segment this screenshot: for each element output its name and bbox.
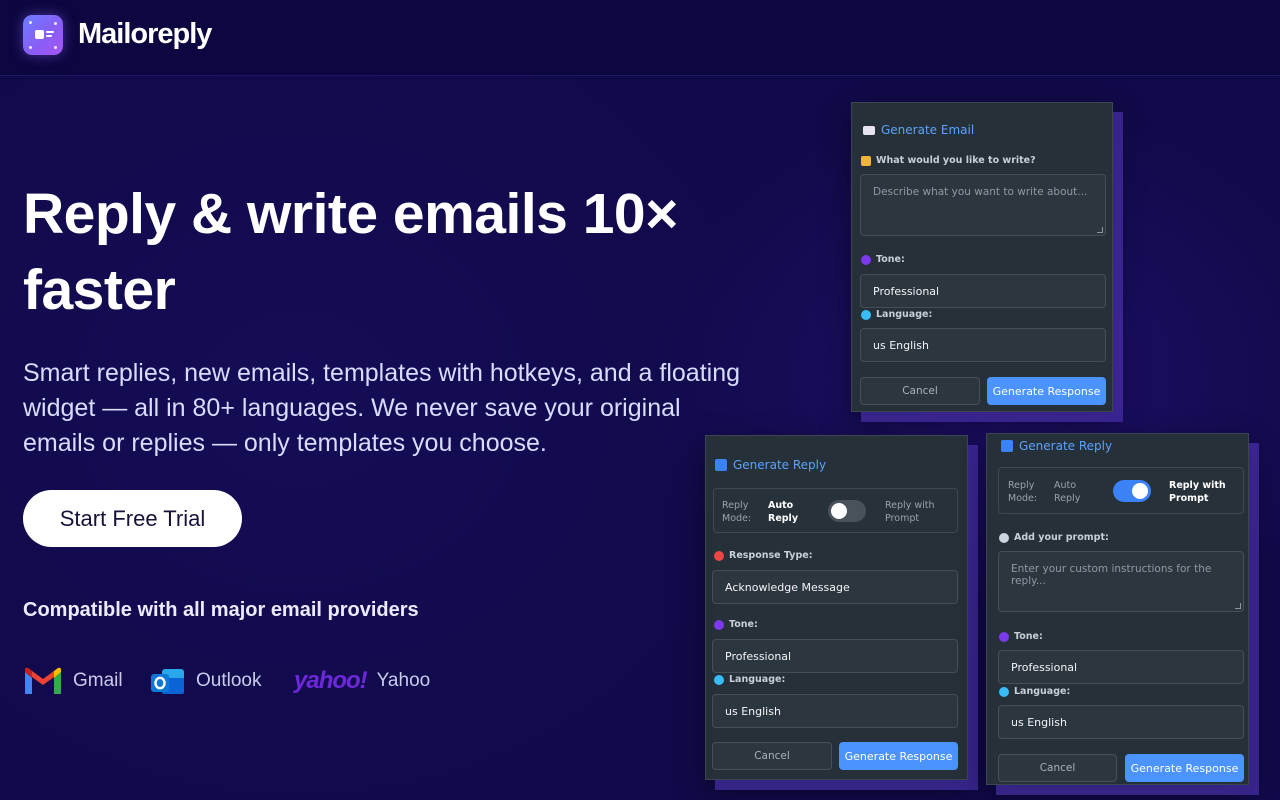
- tone-label: Tone:: [714, 619, 758, 630]
- prompt-placeholder: Describe what you want to write about...: [873, 186, 1088, 198]
- hero-subtitle: Smart replies, new emails, templates wit…: [23, 359, 741, 457]
- reply-mode-label: Reply Mode:: [1008, 480, 1038, 504]
- reply-mode-toggle[interactable]: [1113, 480, 1151, 502]
- auto-reply-option[interactable]: Auto Reply: [768, 499, 808, 525]
- globe-icon: [714, 674, 724, 685]
- auto-reply-option[interactable]: Auto Reply: [1054, 479, 1094, 505]
- provider-label: Outlook: [196, 670, 262, 691]
- yahoo-icon: yahoo!: [294, 667, 368, 694]
- resize-handle-icon[interactable]: [1235, 603, 1241, 609]
- tone-icon: [999, 631, 1009, 642]
- globe-icon: [999, 686, 1009, 697]
- cancel-button[interactable]: Cancel: [860, 377, 980, 405]
- tone-label-text: Tone:: [876, 254, 905, 265]
- compatibility-heading: Compatible with all major email provider…: [23, 599, 419, 621]
- language-label-text: Language:: [729, 674, 786, 685]
- generate-reply-auto-panel: Generate Reply Reply Mode: Auto Reply Re…: [705, 435, 968, 780]
- envelope-icon: [863, 125, 875, 135]
- tone-label: Tone:: [999, 631, 1043, 642]
- panel-title-text: Generate Reply: [1019, 439, 1113, 453]
- language-label: Language:: [861, 309, 932, 320]
- tone-icon: [714, 619, 724, 630]
- response-type-label: Response Type:: [714, 550, 813, 561]
- reply-mode-toggle[interactable]: [828, 500, 866, 522]
- panel-title-text: Generate Reply: [733, 458, 827, 472]
- tone-label-text: Tone:: [1014, 631, 1043, 642]
- prompt-textarea[interactable]: Describe what you want to write about...: [860, 174, 1106, 236]
- reply-mode-label: Reply Mode:: [722, 500, 752, 524]
- hero-title: Reply & write emails 10× faster: [23, 182, 678, 322]
- reply-arrow-icon: [715, 459, 727, 471]
- provider-list: Gmail Outlook yahoo! Yahoo: [23, 663, 463, 699]
- response-type-select[interactable]: Acknowledge Message: [712, 570, 958, 604]
- tone-select[interactable]: Professional: [712, 639, 958, 673]
- tone-icon: [861, 254, 871, 265]
- provider-yahoo: yahoo! Yahoo: [294, 663, 430, 699]
- panel-title-text: Generate Email: [881, 123, 975, 137]
- language-label: Language:: [999, 686, 1070, 697]
- tone-label: Tone:: [861, 254, 905, 265]
- language-select[interactable]: us English: [712, 694, 958, 728]
- provider-gmail: Gmail: [23, 663, 123, 699]
- panel-title: Generate Reply: [715, 458, 826, 472]
- reply-arrow-icon: [1001, 440, 1013, 452]
- start-free-trial-button[interactable]: Start Free Trial: [23, 490, 242, 547]
- tone-select[interactable]: Professional: [860, 274, 1106, 308]
- writing-hand-icon: [861, 155, 871, 166]
- target-icon: [714, 550, 724, 561]
- brand-name[interactable]: Mailoreply: [78, 18, 212, 51]
- prompt-label: Add your prompt:: [999, 532, 1109, 543]
- resize-handle-icon[interactable]: [1097, 227, 1103, 233]
- generate-response-button[interactable]: Generate Response: [839, 742, 958, 770]
- reply-mode-box: Reply Mode: Auto Reply Reply with Prompt: [713, 488, 958, 533]
- prompt-label: What would you like to write?: [861, 155, 1036, 166]
- reply-with-prompt-option[interactable]: Reply with Prompt: [1169, 479, 1239, 505]
- language-label-text: Language:: [1014, 686, 1071, 697]
- panel-title: Generate Reply: [1001, 439, 1112, 453]
- panel-title: Generate Email: [863, 123, 974, 137]
- custom-prompt-textarea[interactable]: Enter your custom instructions for the r…: [998, 551, 1244, 612]
- response-type-label-text: Response Type:: [729, 550, 813, 561]
- provider-label: Gmail: [73, 670, 123, 691]
- prompt-label-text: Add your prompt:: [1014, 532, 1109, 543]
- speech-bubble-icon: [999, 532, 1009, 543]
- language-select[interactable]: us English: [860, 328, 1106, 362]
- language-label-text: Language:: [876, 309, 933, 320]
- generate-response-button[interactable]: Generate Response: [987, 377, 1106, 405]
- cancel-button[interactable]: Cancel: [712, 742, 832, 770]
- language-label: Language:: [714, 674, 785, 685]
- prompt-placeholder: Enter your custom instructions for the r…: [1011, 563, 1212, 587]
- tone-label-text: Tone:: [729, 619, 758, 630]
- top-navigation-bar: Mailoreply: [0, 0, 1280, 76]
- reply-mode-box: Reply Mode: Auto Reply Reply with Prompt: [998, 467, 1244, 514]
- cancel-button[interactable]: Cancel: [998, 754, 1117, 782]
- generate-response-button[interactable]: Generate Response: [1125, 754, 1244, 782]
- provider-label: Yahoo: [376, 670, 431, 691]
- language-select[interactable]: us English: [998, 705, 1244, 739]
- provider-outlook: Outlook: [150, 663, 261, 699]
- outlook-icon: [151, 669, 184, 694]
- globe-icon: [861, 309, 871, 320]
- tone-select[interactable]: Professional: [998, 650, 1244, 684]
- reply-with-prompt-option[interactable]: Reply with Prompt: [885, 499, 947, 525]
- prompt-label-text: What would you like to write?: [876, 155, 1036, 166]
- gmail-icon: [25, 667, 61, 694]
- logo-icon[interactable]: [23, 15, 63, 55]
- generate-email-panel: Generate Email What would you like to wr…: [851, 102, 1113, 412]
- generate-reply-prompt-panel: Generate Reply Reply Mode: Auto Reply Re…: [986, 433, 1249, 785]
